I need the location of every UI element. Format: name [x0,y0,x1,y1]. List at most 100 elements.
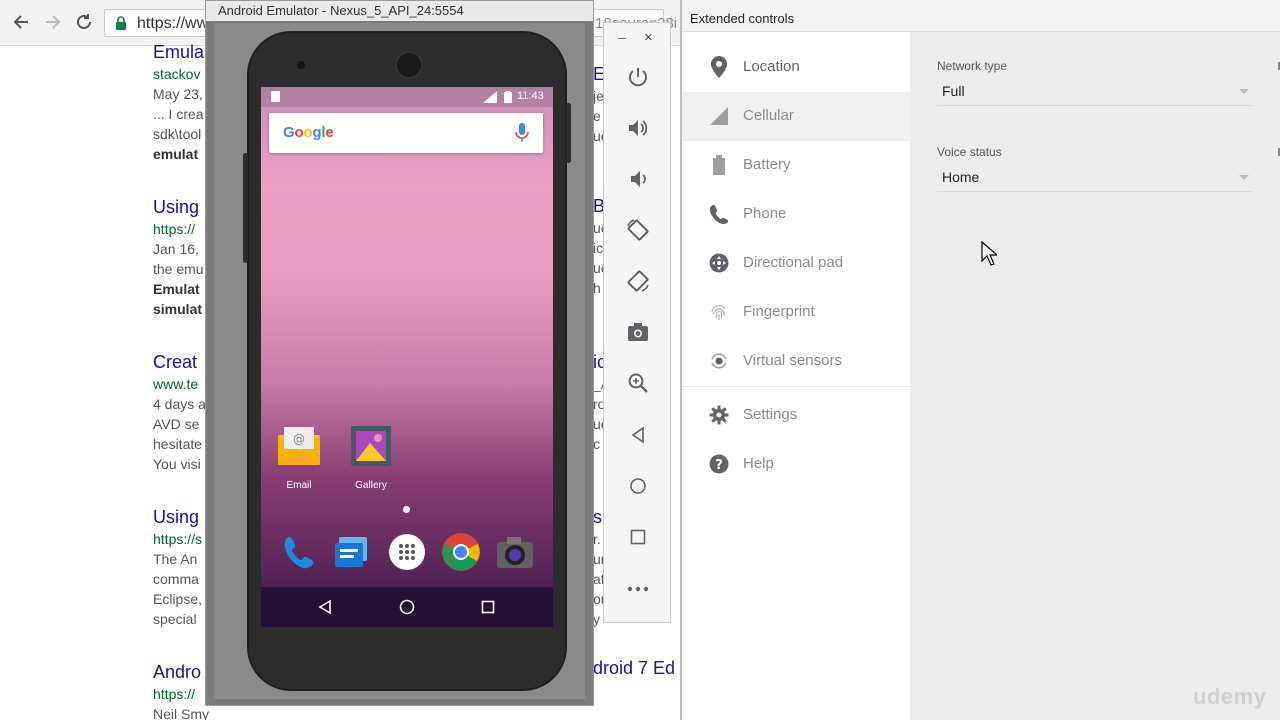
close-button[interactable]: × [644,29,653,46]
extended-controls-titlebar[interactable]: Extended controls [682,0,1280,32]
svg-text:?: ? [715,458,723,473]
back-icon [631,426,644,444]
search-result-title[interactable]: Andro [153,660,209,684]
sidebar-item-help[interactable]: ? Help [682,440,910,489]
email-app-icon: @ [278,427,320,465]
network-type-label: Network type [937,59,1008,73]
screenshot-button[interactable] [624,318,652,346]
sidebar-item-settings[interactable]: Settings [682,391,910,440]
search-result-snippet: hesitate [153,436,203,452]
phone-speaker [395,51,423,79]
cellular-signal-icon [708,105,730,127]
search-result-title[interactable]: Creat [153,350,209,374]
sidebar-item-virtual-sensors[interactable]: Virtual sensors [682,337,910,386]
search-result-url: www.te [153,376,199,392]
search-result-title[interactable]: Emula [153,40,209,64]
sidebar-item-fingerprint[interactable]: Fingerprint [682,288,910,337]
android-back-button[interactable] [315,597,335,617]
phone-side-button [566,103,571,163]
phone-icon [708,203,730,225]
sidebar-item-cellular[interactable]: Cellular [682,92,910,141]
search-result-snippet: ... I crea [153,106,204,122]
phone-app-icon[interactable] [277,530,321,574]
zoom-button[interactable] [624,369,652,397]
android-recents-button[interactable] [478,597,498,617]
volume-up-button[interactable] [624,114,652,142]
rotate-left-icon [627,219,649,241]
reload-icon [77,14,91,29]
search-result-snippet: comma [153,571,199,587]
search-result: Andro https:// Neil Smyth - 2016 [153,660,209,720]
android-home-button[interactable] [397,597,417,617]
camera-icon [628,323,648,341]
browser-reload-button[interactable] [71,9,97,35]
emulator-title: Android Emulator - Nexus_5_API_24:5554 [218,3,464,18]
app-gallery[interactable]: Gallery [341,423,401,491]
search-result-title[interactable]: Using [153,505,209,529]
power-button[interactable] [624,63,652,91]
app-label: Email [286,480,312,491]
chrome-app-icon[interactable] [439,530,483,574]
network-type-select[interactable]: Full [937,78,1253,106]
app-drawer-icon[interactable] [385,530,429,574]
sidebar-item-label: Settings [743,406,798,423]
emulator-window: Android Emulator - Nexus_5_API_24:5554 1… [205,0,594,706]
search-result-snippet: AVD se [153,416,200,432]
overview-icon [630,529,646,545]
browser-forward-button[interactable] [40,9,66,35]
home-button[interactable] [624,472,652,500]
mouse-cursor-icon [981,241,997,266]
gallery-app-icon [351,426,391,466]
phone-screen[interactable]: 11:43 Google @ Email Gallery [261,87,553,627]
sidebar-item-battery[interactable]: Battery [682,141,910,190]
minimize-button[interactable]: – [618,29,626,45]
camera-app-icon[interactable] [493,530,537,574]
emulator-toolbar: – × [603,22,671,623]
search-result-snippet: emulat [153,146,199,162]
dpad-icon [708,252,730,274]
app-email[interactable]: @ Email [269,423,329,491]
search-result: Creat www.te 4 days a AVD se hesitate You vis… [153,350,209,474]
zoom-icon [628,373,648,393]
rotate-right-button[interactable] [624,267,652,295]
signal-icon [483,91,497,103]
search-result-url: https:// [153,686,196,702]
mic-icon[interactable] [515,123,529,143]
search-result: Using https:// Jan 16, the emu Emulat simulat [153,195,209,319]
rotate-left-button[interactable] [624,216,652,244]
home-icon [630,478,646,494]
back-button[interactable] [624,421,652,449]
sidebar-item-label: Help [743,455,774,472]
sidebar-item-label: Directional pad [743,254,844,271]
messages-app-icon[interactable] [330,530,374,574]
more-icon [627,586,649,592]
phone-side-button [243,153,248,263]
browser-back-button[interactable] [8,9,34,35]
emulator-titlebar[interactable]: Android Emulator - Nexus_5_API_24:5554 [206,1,593,21]
sidebar-item-location[interactable]: Location [682,43,910,92]
battery-status-icon [504,91,512,103]
cellular-settings-panel: Network type Full Voice status Home [910,32,1280,720]
voice-status-label: Voice status [937,145,1002,159]
app-label: Gallery [355,480,387,491]
google-search-widget[interactable]: Google [269,113,543,153]
sidebar-divider [682,386,910,387]
volume-up-icon [629,120,648,136]
more-button[interactable] [624,575,652,603]
gear-icon [708,404,730,426]
sidebar-item-phone[interactable]: Phone [682,190,910,239]
fingerprint-icon [708,301,730,323]
sidebar-item-directional-pad[interactable]: Directional pad [682,239,910,288]
phone-frame: 11:43 Google @ Email Gallery [243,31,571,691]
search-result-snippet: Emulat [153,281,200,297]
search-result-title[interactable]: Using [153,195,209,219]
search-result-title[interactable]: droid 7 Ed [593,658,680,679]
rotate-right-icon [627,270,649,292]
volume-down-button[interactable] [624,165,652,193]
status-bar: 11:43 [261,87,553,107]
volume-down-icon [631,171,646,187]
sidebar-item-label: Cellular [743,107,794,124]
app-dock [261,522,553,592]
voice-status-select[interactable]: Home [937,164,1253,192]
overview-button[interactable] [624,523,652,551]
